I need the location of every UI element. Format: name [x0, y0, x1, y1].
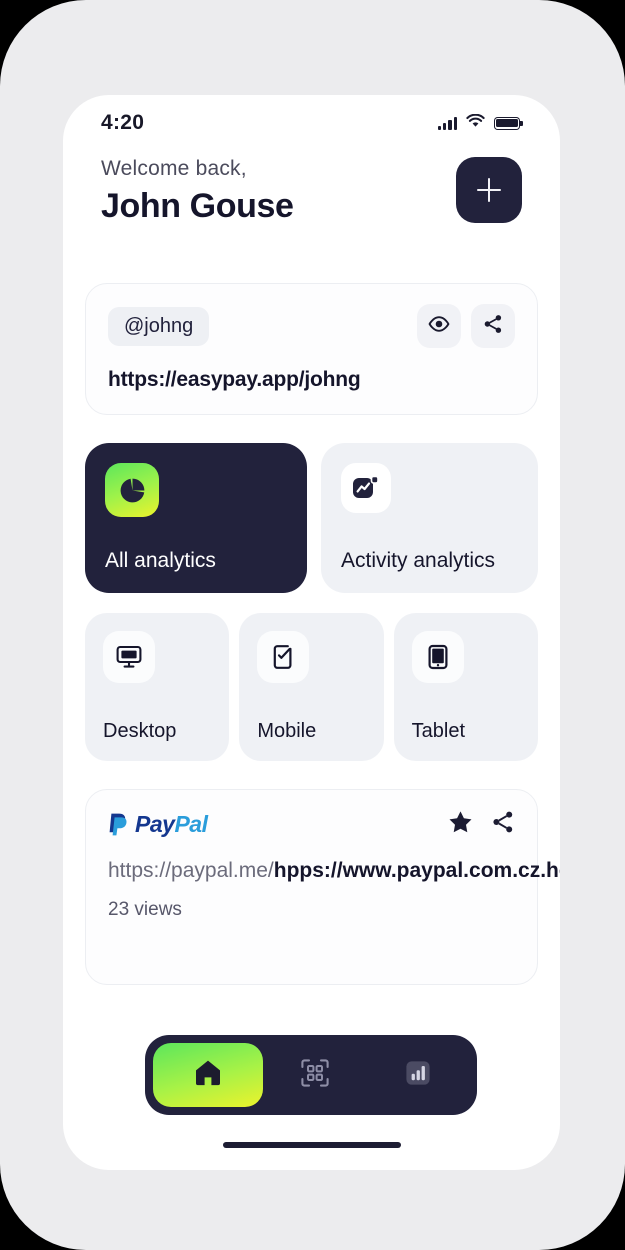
phone-device-frame: 4:20 Welcome back, John Gouse @johng htt… — [0, 0, 625, 1250]
battery-full-icon — [494, 116, 523, 130]
plus-icon — [477, 178, 501, 202]
device-tile-desktop-label: Desktop — [103, 720, 177, 742]
handle-chip[interactable]: @johng — [108, 306, 210, 346]
add-button[interactable] — [456, 157, 522, 223]
preview-button[interactable] — [417, 304, 461, 348]
activity-analytics-card[interactable]: Activity analytics — [321, 443, 538, 593]
star-icon[interactable] — [448, 810, 473, 839]
home-icon — [193, 1058, 223, 1092]
activity-analytics-label: Activity analytics — [341, 549, 496, 572]
phone-screen: 4:20 Welcome back, John Gouse @johng htt… — [63, 95, 560, 1170]
saved-link-actions — [448, 810, 515, 839]
saved-link-url: https://paypal.me/hpps://www.paypal.com.… — [108, 857, 560, 885]
home-indicator — [222, 1142, 401, 1148]
greeting-section: Welcome back, John Gouse — [63, 151, 560, 226]
page-title: John Gouse — [101, 187, 294, 225]
saved-link-views: 23 views — [108, 899, 182, 921]
paypal-wordmark-pay: Pay — [135, 811, 175, 837]
device-tile-mobile[interactable]: Mobile — [239, 613, 384, 761]
paypal-logo-icon: PayPal — [108, 811, 208, 838]
saved-link-url-main: hpps://www.paypal.com.cz.home — [273, 859, 560, 882]
greeting-text-block: Welcome back, John Gouse — [101, 151, 294, 226]
nav-item-stats[interactable] — [366, 1059, 469, 1092]
desktop-monitor-icon — [103, 631, 155, 683]
paypal-wordmark: PayPal — [135, 811, 208, 838]
all-analytics-label: All analytics — [105, 549, 216, 572]
status-bar-icons — [437, 113, 523, 133]
eye-icon — [428, 315, 450, 337]
device-tile-tablet-label: Tablet — [411, 720, 466, 742]
saved-link-url-prefix: https://paypal.me/ — [108, 859, 274, 882]
saved-link-card[interactable]: PayPal https://paypal.me/hpps://www.payp… — [85, 789, 560, 985]
nav-item-scan[interactable] — [263, 1058, 366, 1093]
all-analytics-card[interactable]: All analytics — [85, 443, 307, 593]
welcome-label: Welcome back, — [101, 157, 247, 180]
status-bar: 4:20 — [63, 95, 560, 151]
nav-item-home[interactable] — [153, 1043, 263, 1107]
share-icon[interactable] — [491, 810, 515, 839]
wifi-icon — [466, 113, 485, 133]
qr-code-icon — [300, 1058, 330, 1093]
share-button[interactable] — [471, 304, 515, 348]
bar-chart-icon — [404, 1059, 432, 1092]
profile-url: https://easypay.app/johng — [108, 368, 361, 391]
device-tile-tablet[interactable]: Tablet — [393, 613, 538, 761]
device-tiles: Desktop Mobile Tablet — [85, 613, 538, 761]
share-icon — [483, 314, 503, 339]
profile-card-actions — [417, 304, 515, 348]
saved-link-header: PayPal — [108, 810, 515, 839]
analytics-cards: All analytics Activity analytics — [85, 443, 538, 593]
device-tile-desktop[interactable]: Desktop — [85, 613, 230, 761]
device-tile-mobile-label: Mobile — [257, 720, 317, 742]
paypal-wordmark-pal: Pal — [174, 811, 208, 837]
profile-link-card[interactable]: @johng https://easypay.app/johng — [85, 283, 538, 415]
line-chart-icon — [341, 463, 391, 513]
pie-chart-icon — [105, 463, 159, 517]
bottom-navigation-bar — [145, 1035, 477, 1115]
cellular-signal-icon — [437, 116, 457, 130]
status-bar-time: 4:20 — [101, 111, 145, 134]
tablet-icon — [411, 631, 464, 683]
profile-card-header: @johng — [108, 304, 515, 348]
mobile-check-icon — [257, 631, 310, 683]
